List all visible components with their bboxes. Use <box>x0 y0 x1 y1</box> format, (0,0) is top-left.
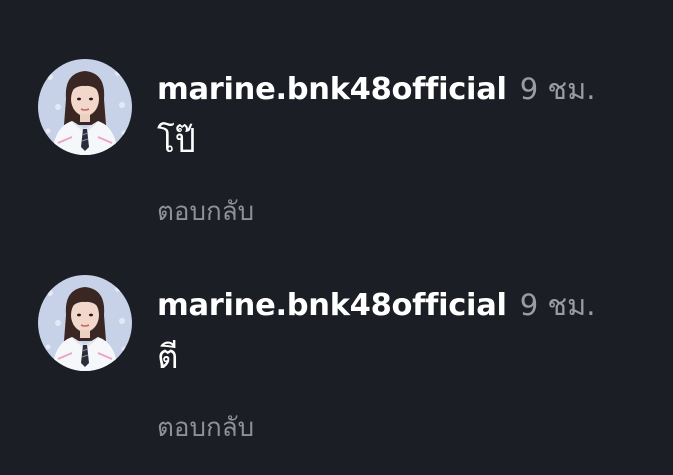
reply-button[interactable]: ตอบกลับ <box>157 195 254 229</box>
timestamp: 9 ชม. <box>519 288 596 322</box>
avatar[interactable] <box>38 59 132 155</box>
comment-header: marine.bnk48official 9 ชม. <box>157 283 595 327</box>
reply-button[interactable]: ตอบกลับ <box>157 411 254 445</box>
avatar-photo <box>38 275 132 371</box>
comment-item: marine.bnk48official 9 ชม. ตี ตอบกลับ <box>0 275 673 475</box>
comment-header: marine.bnk48official 9 ชม. <box>157 67 595 111</box>
timestamp: 9 ชม. <box>519 72 596 106</box>
username-link[interactable]: marine.bnk48official <box>157 288 507 323</box>
comment-text: ตี <box>157 337 179 376</box>
comment-item: marine.bnk48official 9 ชม. โป๊ ตอบกลับ <box>0 59 673 259</box>
avatar[interactable] <box>38 275 132 371</box>
avatar-photo <box>38 59 132 155</box>
comment-text: โป๊ <box>157 121 196 160</box>
username-link[interactable]: marine.bnk48official <box>157 72 507 107</box>
